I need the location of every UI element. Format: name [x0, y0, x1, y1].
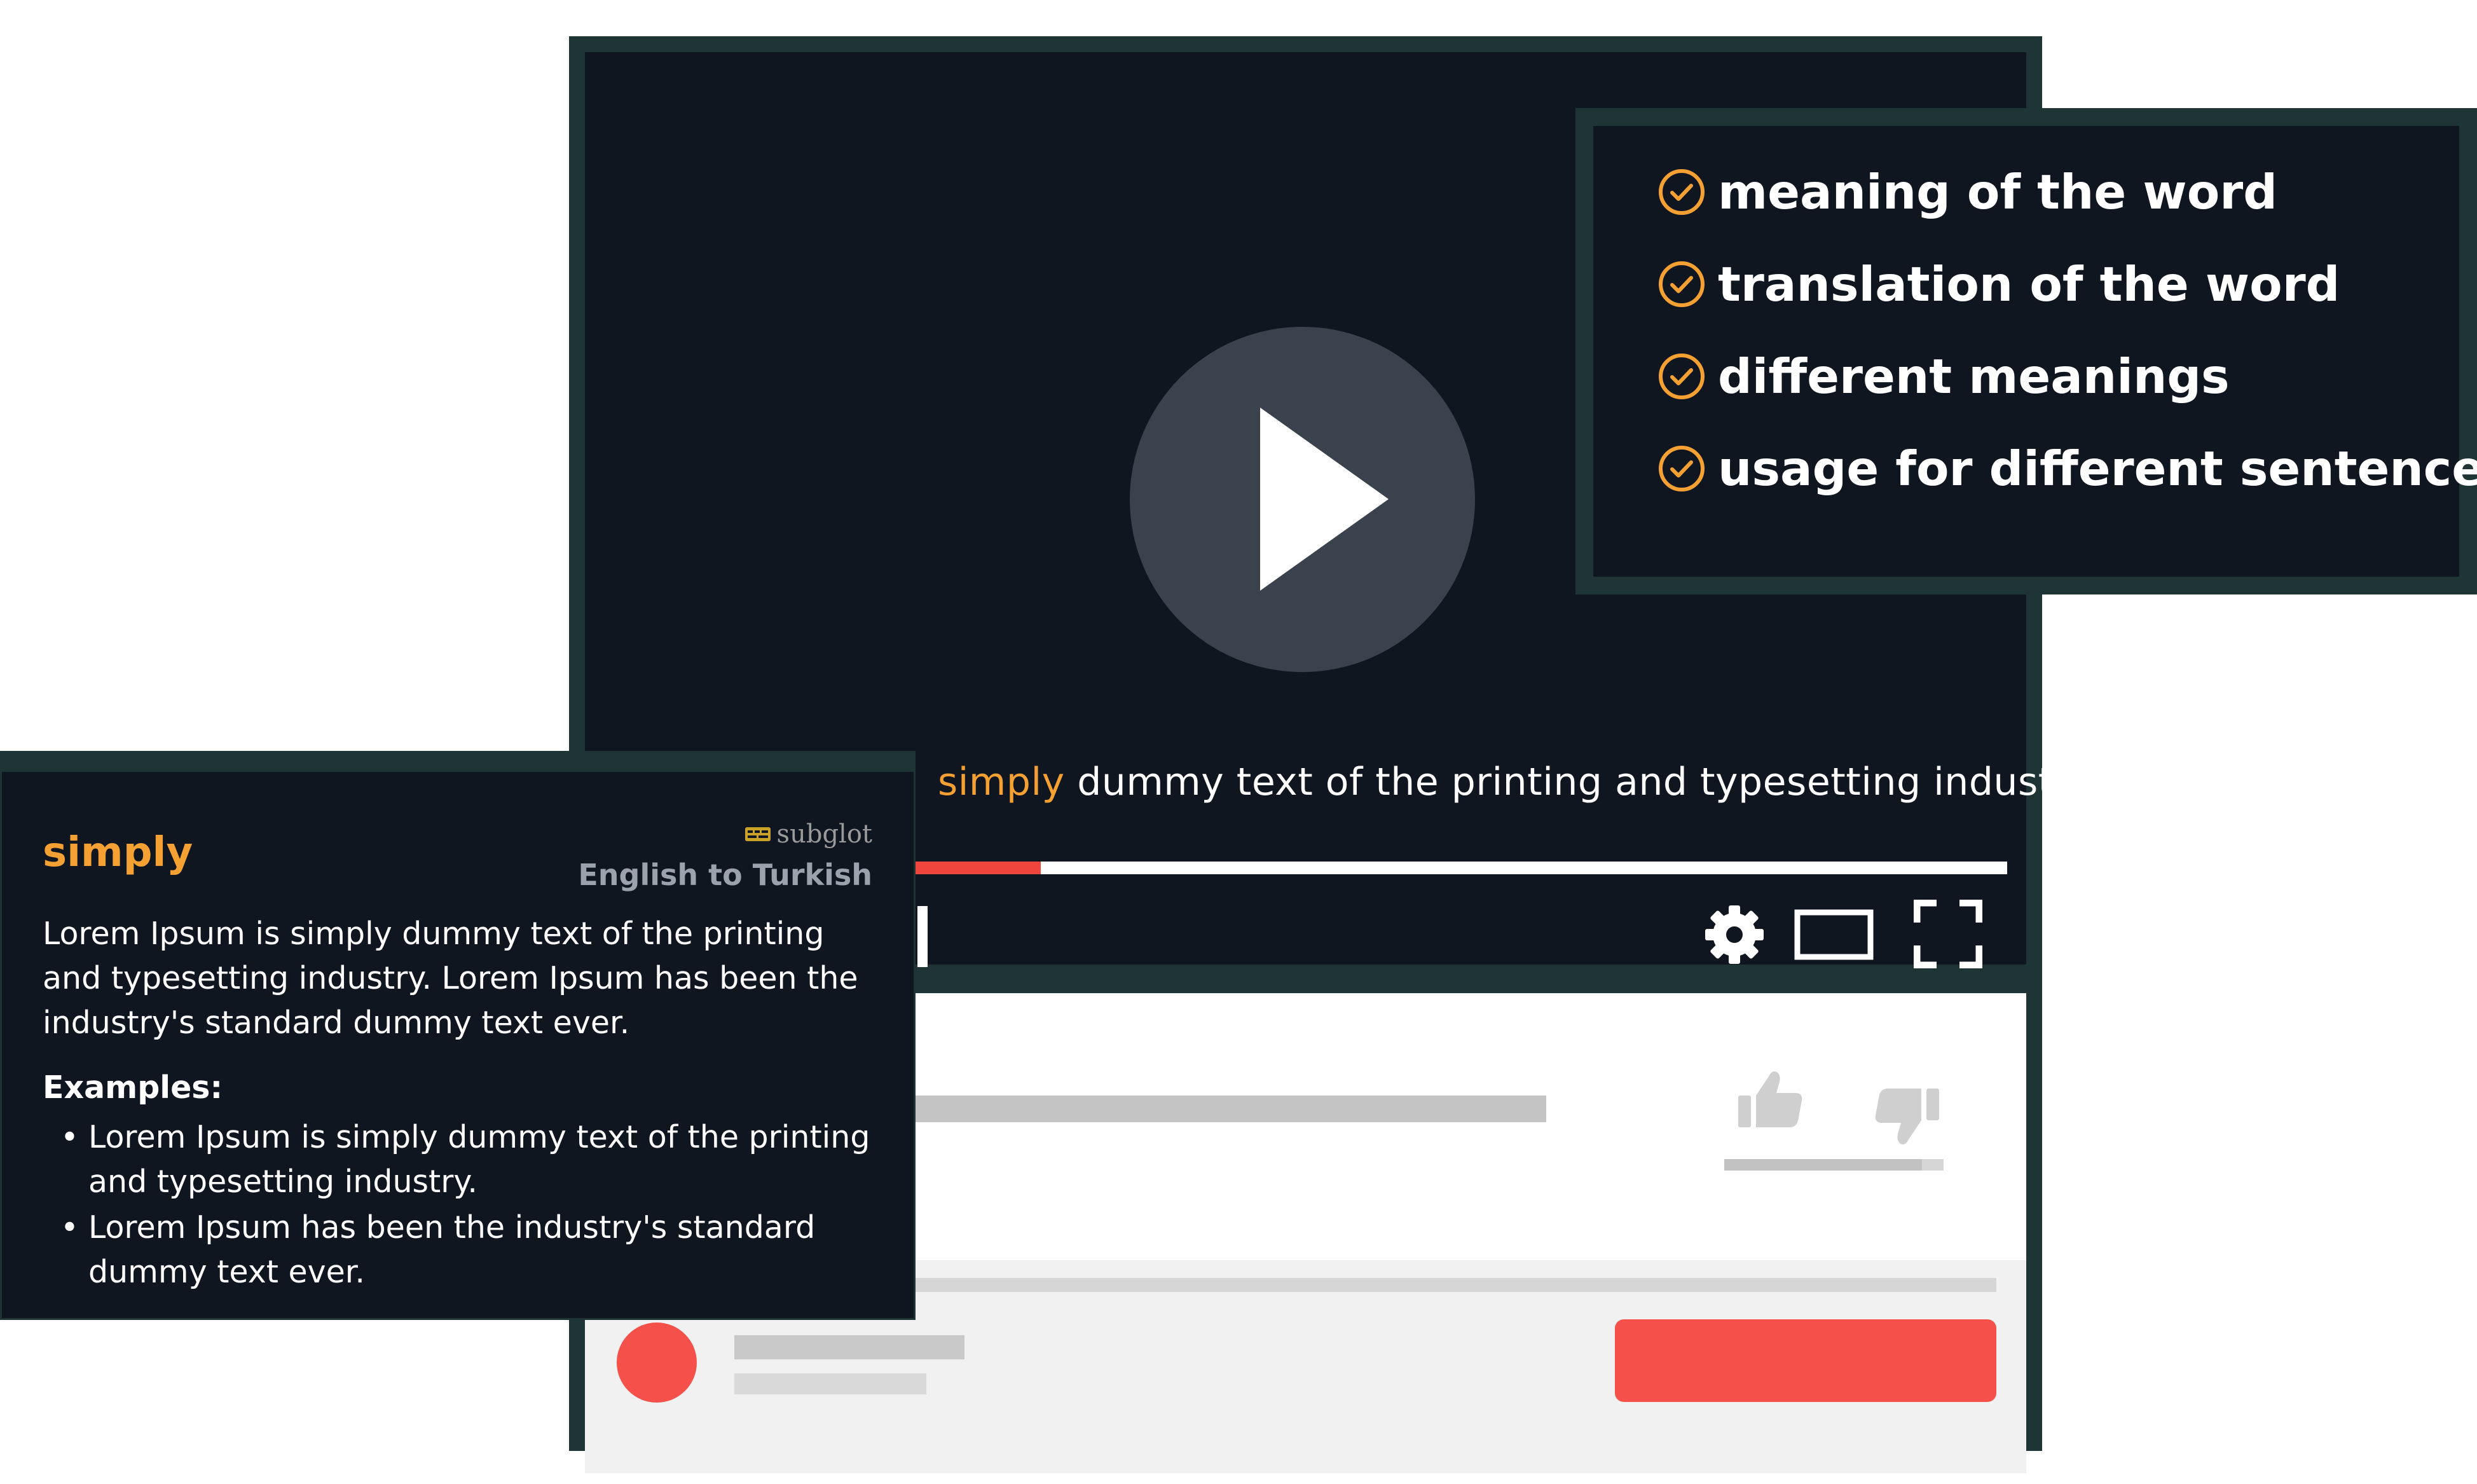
thumbs-down-icon[interactable]	[1872, 1081, 1942, 1151]
subtitle-highlighted-word[interactable]: simply	[938, 760, 1065, 804]
subtitle-text: dummy text of the printing and typesetti…	[1064, 760, 2092, 804]
features-panel-inner: meaning of the word translation of the w…	[1593, 126, 2477, 577]
check-circle-icon	[1659, 261, 1705, 307]
definition: Lorem Ipsum is simply dummy text of the …	[43, 916, 858, 1041]
examples-list: Lorem Ipsum is simply dummy text of the …	[43, 1115, 888, 1296]
subscribe-button[interactable]	[1615, 1319, 1996, 1402]
check-circle-icon	[1659, 446, 1705, 491]
dictionary-popup: simply subglot English to Turkish Lorem …	[0, 751, 916, 1320]
feature-label: usage for different sentences	[1718, 441, 2477, 497]
dictionary-word: simply	[43, 829, 193, 876]
subtitle-line: simply dummy text of the printing and ty…	[938, 760, 2092, 804]
feature-label: different meanings	[1718, 348, 2230, 404]
brand: subglot	[744, 820, 872, 849]
feature-item: meaning of the word	[1657, 164, 2277, 220]
pause-icon[interactable]	[917, 906, 928, 967]
feature-label: translation of the word	[1718, 256, 2340, 312]
subglot-logo-icon	[744, 827, 771, 841]
feature-item: translation of the word	[1657, 256, 2340, 312]
dictionary-popup-inner: simply subglot English to Turkish Lorem …	[2, 772, 914, 1318]
rating-bar	[1724, 1159, 1944, 1171]
feature-item: usage for different sentences	[1657, 441, 2477, 497]
canvas: simply dummy text of the printing and ty…	[0, 0, 2477, 1484]
check-circle-icon	[1659, 354, 1705, 399]
play-button[interactable]	[1130, 327, 1475, 672]
progress-bar[interactable]	[914, 862, 2007, 874]
feature-item: different meanings	[1657, 348, 2230, 404]
channel-name-placeholder	[734, 1335, 964, 1359]
brand-name: subglot	[776, 820, 872, 849]
fullscreen-icon[interactable]	[1914, 900, 1982, 968]
feature-label: meaning of the word	[1718, 164, 2277, 220]
language-pair: English to Turkish	[578, 858, 872, 892]
thumbs-up-icon[interactable]	[1736, 1065, 1806, 1135]
check-circle-icon	[1659, 169, 1705, 215]
example-item: Lorem Ipsum has been the industry's stan…	[43, 1206, 888, 1295]
example-item: Lorem Ipsum is simply dummy text of the …	[43, 1115, 888, 1204]
rating-bar-fill	[1724, 1159, 1922, 1171]
theater-mode-icon[interactable]	[1794, 909, 1874, 960]
avatar[interactable]	[617, 1323, 697, 1403]
channel-meta-placeholder	[734, 1373, 926, 1394]
features-panel: meaning of the word translation of the w…	[1575, 108, 2477, 594]
examples-label: Examples:	[43, 1069, 223, 1106]
play-icon	[1260, 408, 1389, 591]
gear-icon[interactable]	[1703, 903, 1766, 966]
progress-bar-fill	[914, 862, 1041, 874]
